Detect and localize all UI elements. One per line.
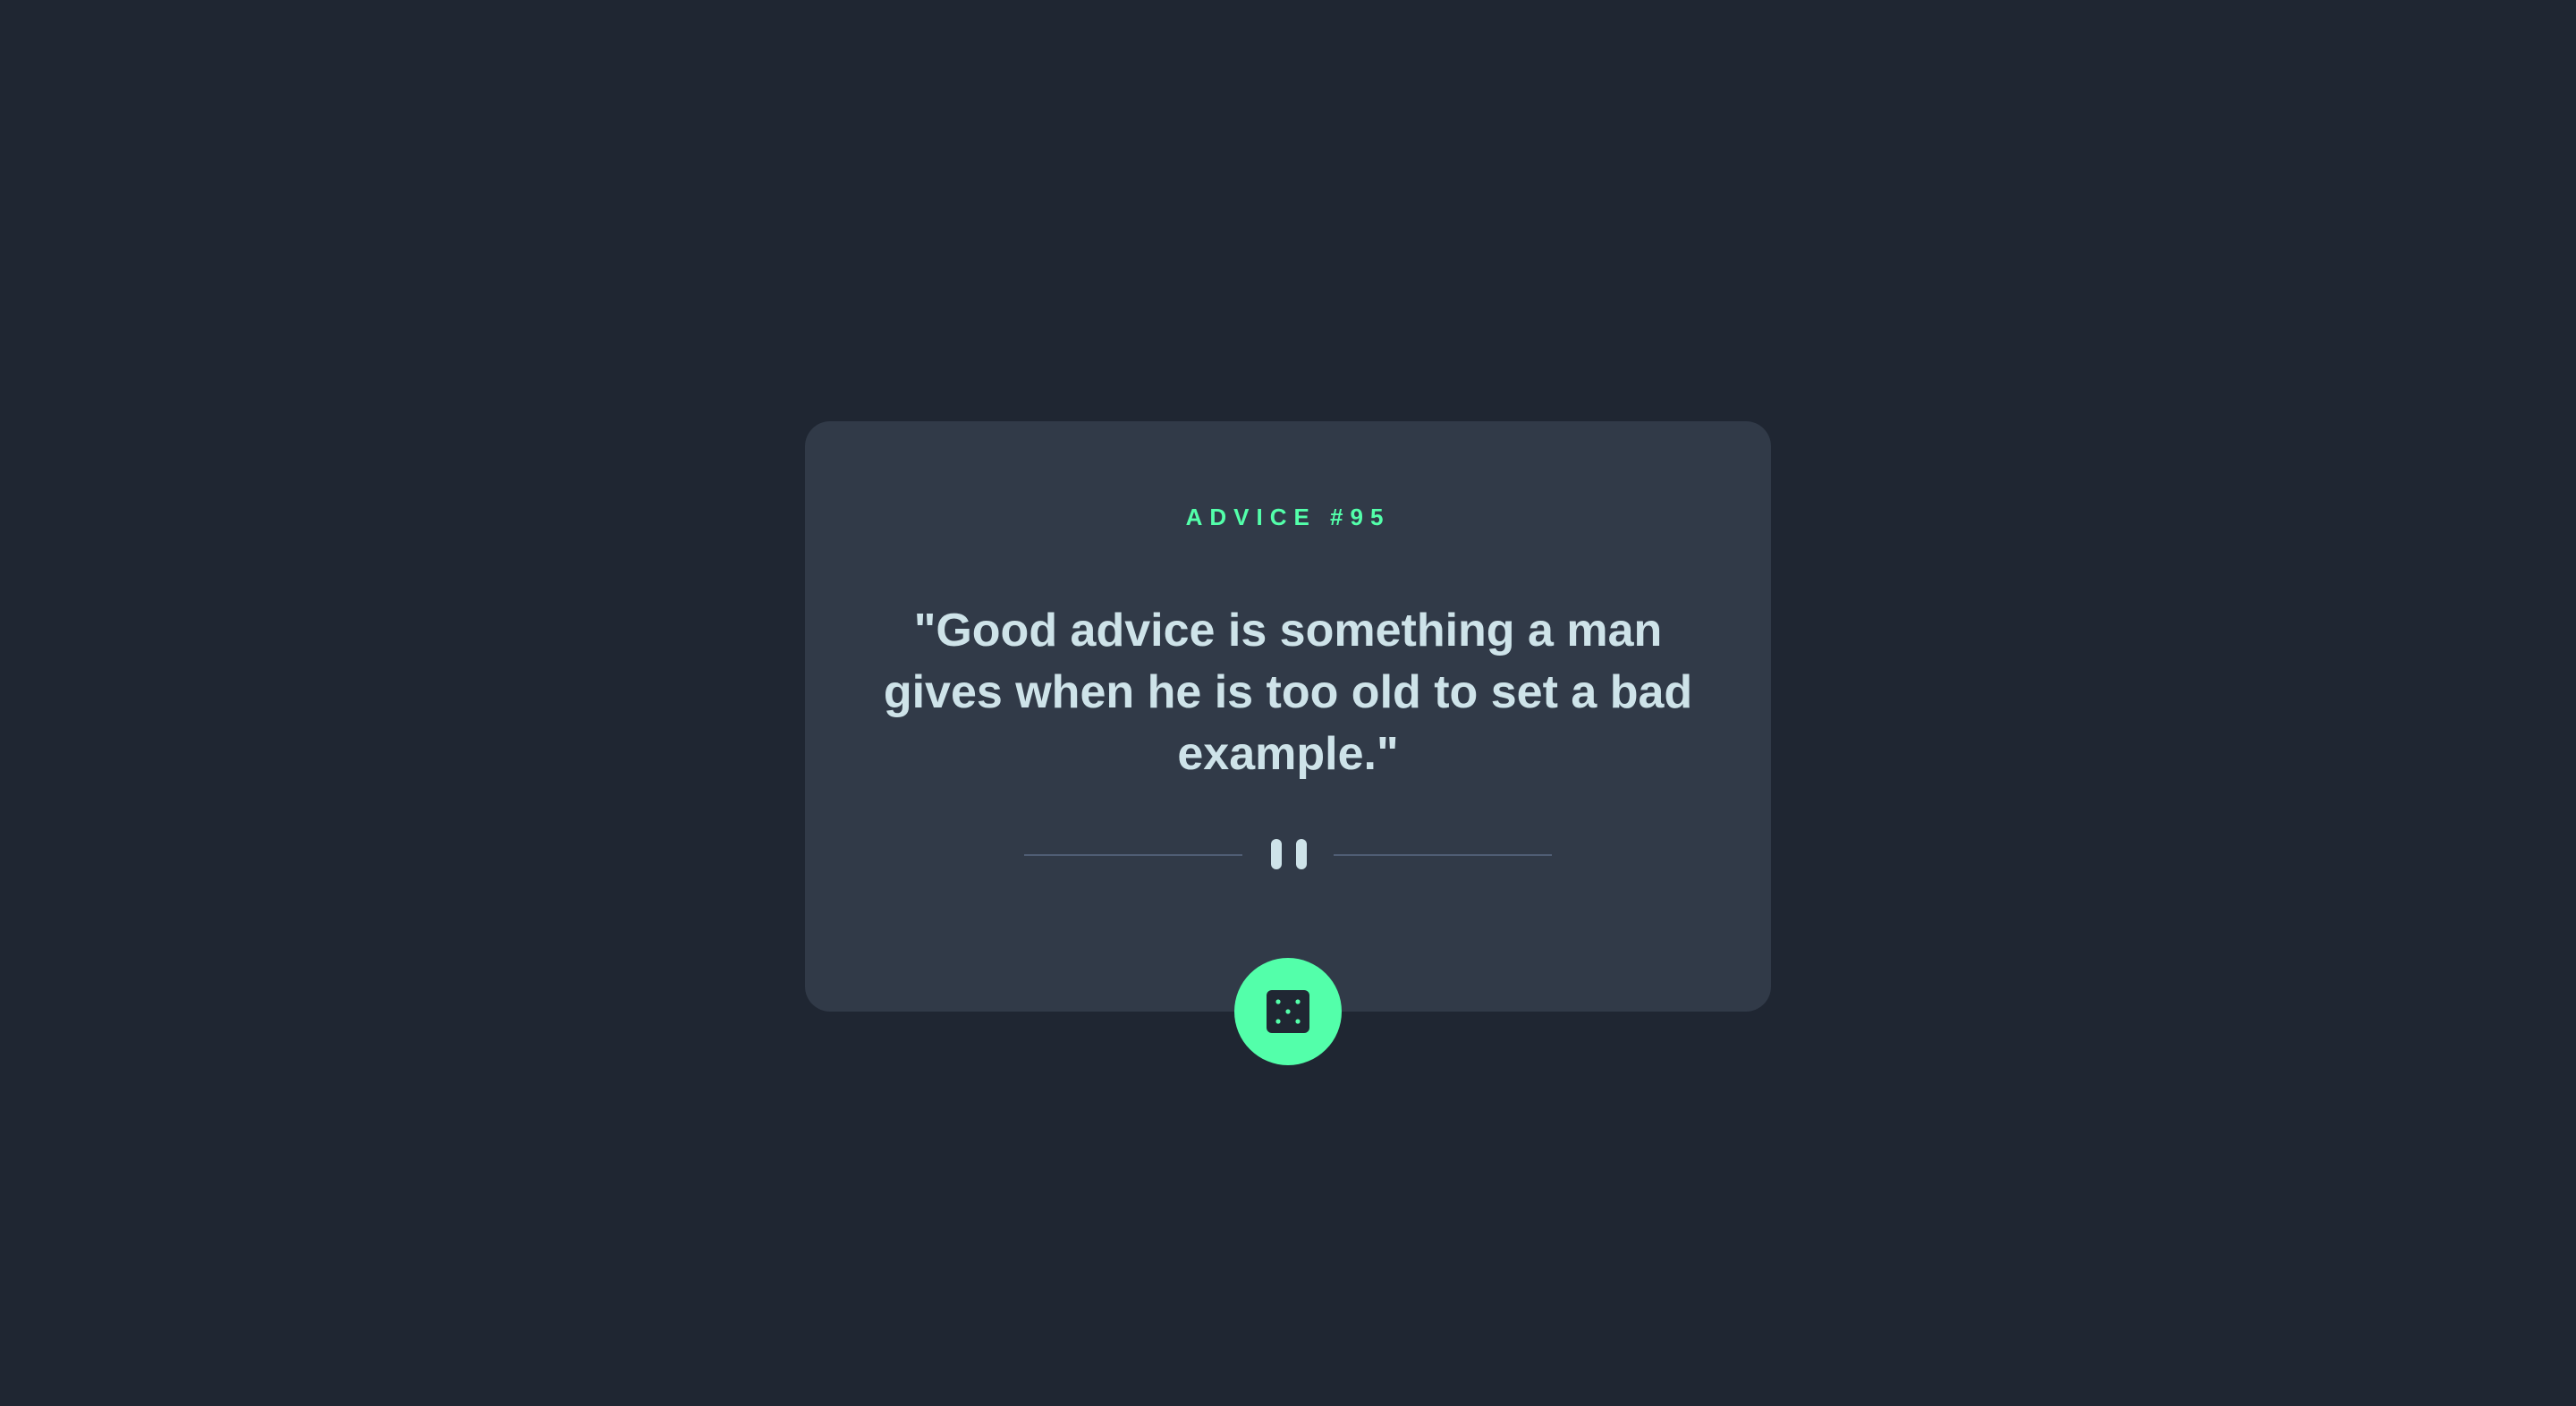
dice-icon xyxy=(1267,990,1309,1033)
pattern-divider xyxy=(1024,833,1552,869)
advice-card: ADVICE #95 "Good advice is something a m… xyxy=(805,421,1771,1012)
divider-line-right xyxy=(1334,854,1552,856)
pause-icon xyxy=(1271,839,1307,869)
pause-icon-bar-left xyxy=(1271,839,1282,869)
advice-id-heading: ADVICE #95 xyxy=(1185,504,1391,530)
divider-line-left xyxy=(1024,854,1242,856)
generate-advice-button[interactable] xyxy=(1234,958,1342,1065)
pause-icon-bar-right xyxy=(1296,839,1307,869)
advice-quote: "Good advice is something a man gives wh… xyxy=(883,605,1693,780)
